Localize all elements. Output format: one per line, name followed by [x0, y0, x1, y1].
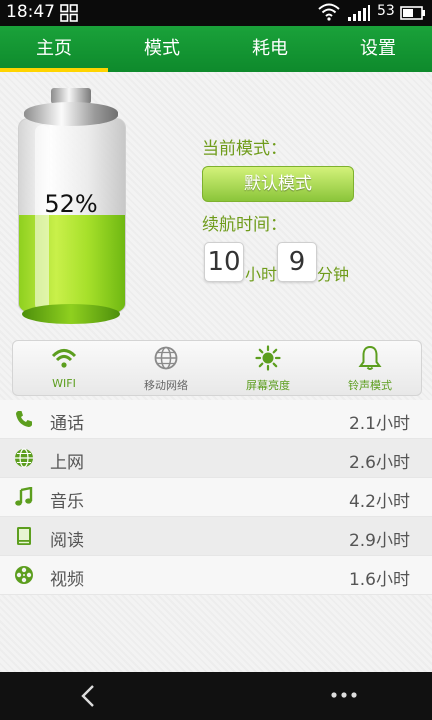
tab-mode[interactable]: 模式 — [108, 26, 216, 72]
toggle-ringtone-mode-label: 铃声模式 — [348, 379, 392, 392]
navigation-bar — [0, 672, 432, 720]
more-icon[interactable] — [330, 690, 358, 700]
current-mode-label: 当前模式： — [202, 139, 287, 159]
tab-settings[interactable]: 设置 — [324, 26, 432, 72]
usage-duration: 2.6小时 — [348, 453, 410, 473]
usage-estimates-list: 通话 2.1小时 上网 2.6小时 音乐 4.2小时 阅读 2.9小时 视频 1… — [0, 400, 432, 595]
usage-name: 通话 — [50, 414, 84, 434]
minutes-unit: 分钟 — [317, 265, 350, 284]
usage-name: 上网 — [50, 453, 84, 473]
wifi-icon — [51, 349, 77, 368]
toggle-brightness-label: 屏幕亮度 — [246, 379, 290, 392]
status-time: 18:47 — [6, 2, 55, 22]
usage-row-reading: 阅读 2.9小时 — [0, 517, 432, 556]
status-battery-level: 53 — [377, 3, 395, 19]
battery-shine — [35, 125, 49, 311]
usage-row-music: 音乐 4.2小时 — [0, 478, 432, 517]
usage-duration: 4.2小时 — [348, 492, 410, 512]
main-content: 52% 当前模式： 默认模式 续航时间： 10 小时 9 分钟 WIFI 移动网… — [0, 72, 432, 672]
book-icon — [17, 527, 31, 545]
wifi-status-icon — [318, 3, 340, 21]
battery-status-icon — [400, 6, 425, 20]
usage-duration: 1.6小时 — [348, 570, 410, 590]
sun-icon — [255, 345, 281, 371]
usage-name: 阅读 — [50, 531, 84, 551]
toggle-wifi-label: WIFI — [52, 377, 76, 390]
globe-icon — [154, 346, 178, 370]
globe-icon — [15, 448, 33, 468]
back-icon[interactable] — [78, 684, 98, 708]
app-grid-icon — [60, 4, 78, 22]
bell-icon — [358, 345, 382, 370]
status-bar: 18:47 53 — [0, 0, 432, 26]
endurance-label: 续航时间： — [202, 215, 287, 235]
toggle-mobile-network[interactable]: 移动网络 — [115, 341, 217, 395]
film-reel-icon — [15, 566, 33, 584]
toggle-ringtone-mode[interactable]: 铃声模式 — [319, 341, 421, 395]
usage-duration: 2.9小时 — [348, 531, 410, 551]
battery-graphic: 52% — [18, 88, 126, 326]
phone-icon — [16, 411, 32, 427]
minutes-value: 9 — [277, 242, 317, 282]
usage-name: 音乐 — [50, 492, 84, 512]
signal-icon — [348, 5, 370, 21]
battery-base — [22, 304, 120, 324]
toggle-wifi[interactable]: WIFI — [13, 341, 115, 395]
toggle-mobile-network-label: 移动网络 — [144, 379, 188, 392]
battery-collar — [24, 102, 118, 126]
quick-toggles: WIFI 移动网络 屏幕亮度 铃声模式 — [12, 340, 422, 396]
battery-percent: 52% — [44, 190, 98, 218]
default-mode-button[interactable]: 默认模式 — [202, 166, 354, 202]
usage-row-call: 通话 2.1小时 — [0, 400, 432, 439]
hours-unit: 小时 — [245, 265, 278, 284]
usage-name: 视频 — [50, 570, 84, 590]
tab-home[interactable]: 主页 — [0, 26, 108, 72]
hours-value: 10 — [204, 242, 244, 282]
usage-row-internet: 上网 2.6小时 — [0, 439, 432, 478]
usage-row-video: 视频 1.6小时 — [0, 556, 432, 595]
tab-power-usage[interactable]: 耗电 — [216, 26, 324, 72]
tab-bar: 主页 模式 耗电 设置 — [0, 26, 432, 72]
battery-body — [18, 118, 126, 320]
usage-duration: 2.1小时 — [348, 414, 410, 434]
toggle-brightness[interactable]: 屏幕亮度 — [217, 341, 319, 395]
music-icon — [15, 487, 33, 506]
